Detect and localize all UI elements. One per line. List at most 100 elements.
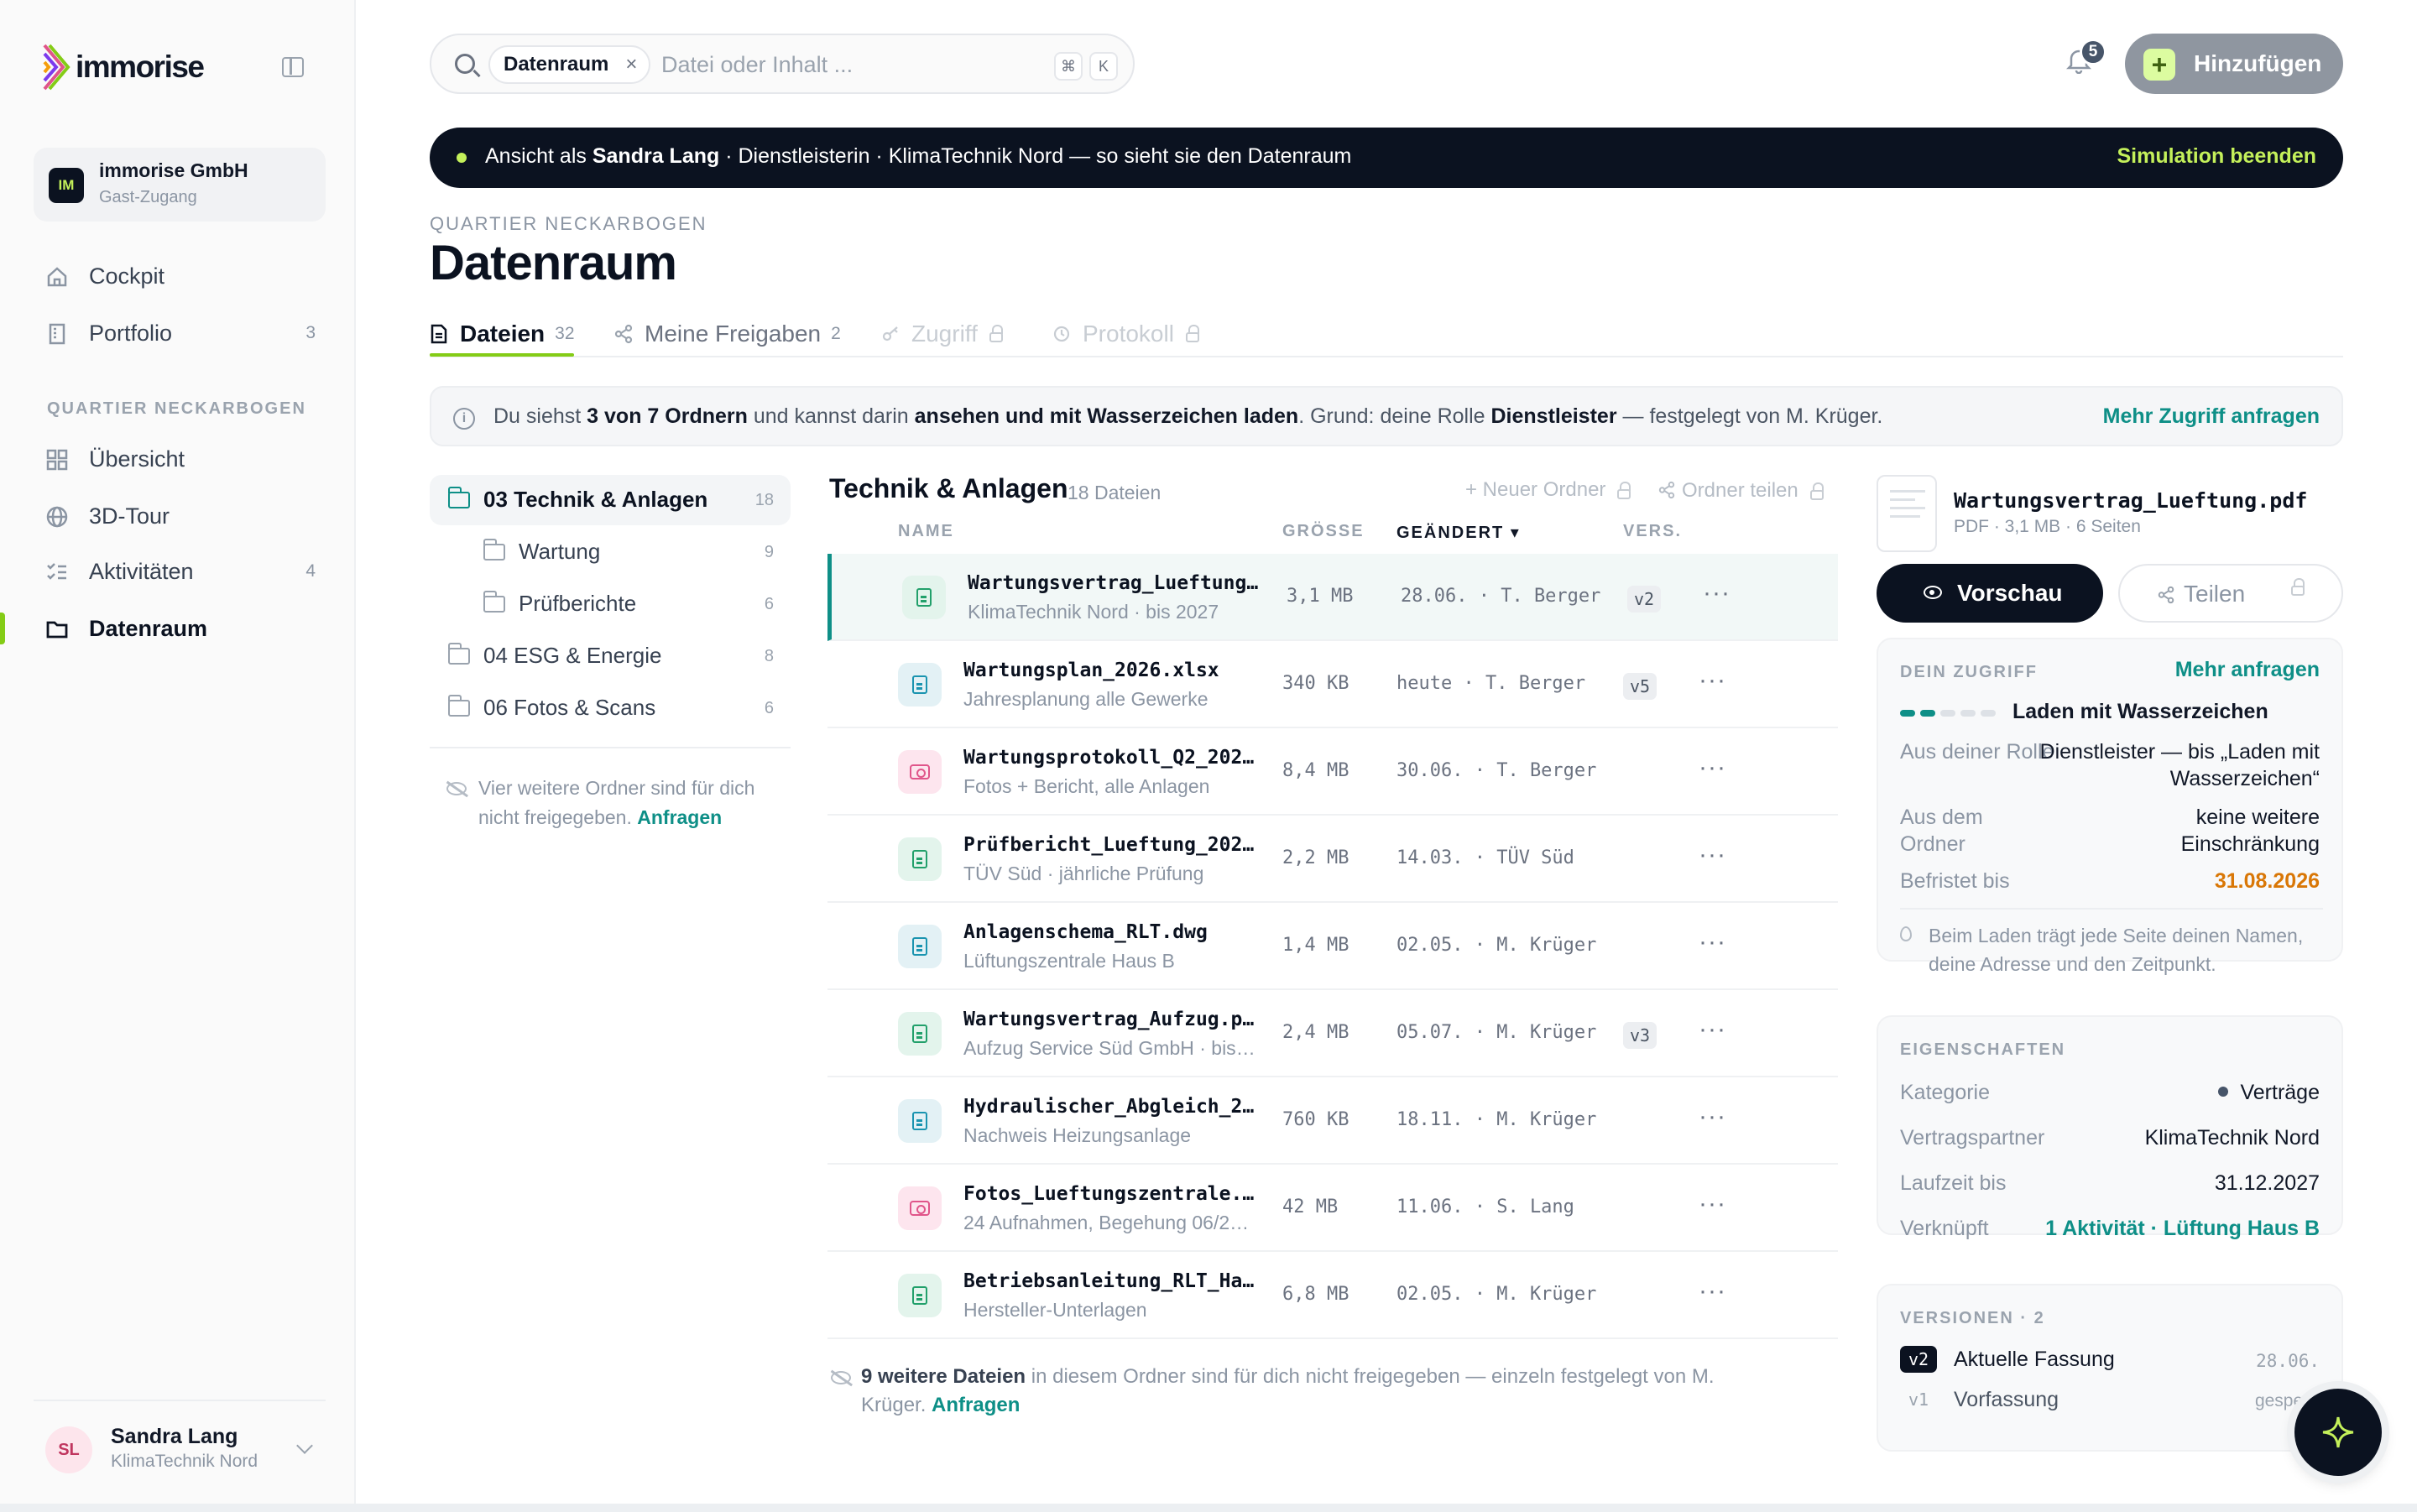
user-name[interactable]: Sandra Lang: [111, 1425, 238, 1449]
sidebar-item-label: Aktivitäten: [89, 559, 194, 584]
more-actions-icon[interactable]: ···: [1699, 1190, 1726, 1218]
more-actions-icon[interactable]: ···: [1703, 579, 1731, 607]
sidebar-item-uebersicht[interactable]: Übersicht: [34, 436, 326, 480]
sidebar-item-label: Datenraum: [89, 616, 208, 641]
file-description: Aufzug Service Süd GmbH · bis 2028: [963, 1037, 1255, 1059]
sidebar-collapse-icon[interactable]: [282, 57, 304, 77]
user-org: KlimaTechnik Nord: [111, 1452, 258, 1471]
table-row[interactable]: Betriebsanleitung_RLT_Haus_B.pdf Herstell…: [827, 1252, 1838, 1339]
search-input[interactable]: Datei oder Inhalt ...: [661, 52, 853, 78]
more-actions-icon[interactable]: ···: [1699, 753, 1726, 782]
folder-item[interactable]: 06 Fotos & Scans 6: [430, 683, 791, 733]
table-row[interactable]: Hydraulischer_Abgleich_2025.pdf Nachweis …: [827, 1077, 1838, 1165]
sidebar-item-3d-tour[interactable]: 3D-Tour: [34, 493, 326, 537]
tab-dateien[interactable]: Dateien 32: [430, 310, 575, 357]
lock-icon: [1185, 325, 1199, 342]
level-segment: [1960, 710, 1976, 717]
document-thumbnail[interactable]: [1877, 475, 1937, 552]
file-type-glyph: [912, 675, 927, 694]
column-header-size[interactable]: GRÖSSE: [1282, 522, 1365, 541]
lock-icon: [1809, 482, 1824, 500]
info-bold: Dienstleister: [1490, 404, 1617, 428]
share-button: Teilen: [2118, 564, 2343, 623]
detail-file-name: Wartungsvertrag_Lueftung.pdf: [1954, 488, 2308, 513]
property-key: Laufzeit bis: [1900, 1171, 2007, 1195]
request-folders-link[interactable]: Anfragen: [637, 806, 722, 828]
table-row[interactable]: Wartungsplan_2026.xlsx Jahresplanung alle…: [827, 641, 1838, 728]
folder-icon: [483, 591, 505, 613]
preview-label: Vorschau: [1957, 580, 2063, 606]
more-actions-icon[interactable]: ···: [1699, 841, 1726, 869]
file-name: Wartungsplan_2026.xlsx: [963, 660, 1219, 681]
lock-icon: [1617, 482, 1631, 499]
sidebar-item-portfolio[interactable]: Portfolio 3: [34, 310, 326, 354]
linked-activity-link[interactable]: 1 Aktivität · Lüftung Haus B: [2045, 1215, 2320, 1242]
brand-logo[interactable]: immorise: [42, 42, 205, 92]
sidebar-item-datenraum[interactable]: Datenraum: [34, 606, 326, 649]
file-name: Fotos_Lueftungszentrale.zip: [963, 1183, 1255, 1205]
building-icon: [49, 323, 65, 345]
more-actions-icon[interactable]: ···: [1699, 666, 1726, 695]
search-scope-chip[interactable]: Datenraum ×: [488, 45, 651, 84]
more-actions-icon[interactable]: ···: [1699, 1277, 1726, 1306]
more-actions-icon[interactable]: ···: [1699, 1103, 1726, 1131]
shortcut-key-cmd: ⌘: [1054, 52, 1083, 81]
simulation-user: Sandra Lang: [592, 144, 720, 168]
column-header-name[interactable]: NAME: [898, 522, 954, 541]
folder-item[interactable]: Prüfberichte 6: [430, 579, 791, 629]
org-role: Gast-Zugang: [99, 188, 197, 206]
table-row[interactable]: Wartungsvertrag_Aufzug.pdf Aufzug Service…: [827, 990, 1838, 1077]
file-count: 18 Dateien: [1068, 482, 1162, 503]
chevron-down-icon[interactable]: [296, 1437, 313, 1454]
folder-icon: [46, 621, 68, 639]
property-key: Kategorie: [1900, 1081, 1991, 1104]
tab-protokoll: Protokoll: [1052, 310, 1199, 357]
preview-button[interactable]: Vorschau: [1877, 564, 2103, 623]
camera-icon: [898, 1186, 942, 1230]
table-row[interactable]: Fotos_Lueftungszentrale.zip 24 Aufnahmen,…: [827, 1165, 1838, 1252]
file-description: Lüftungszentrale Haus B: [963, 950, 1175, 972]
avatar[interactable]: SL: [45, 1426, 92, 1473]
folder-item[interactable]: 03 Technik & Anlagen 18: [430, 475, 791, 525]
file-modified: 02.05. · M. Krüger: [1396, 1284, 1597, 1305]
access-value: Dienstleister — bis „Laden mit Wasserzei…: [2039, 740, 2320, 790]
table-row[interactable]: Anlagenschema_RLT.dwg Lüftungszentrale Ha…: [827, 903, 1838, 990]
table-row[interactable]: Wartungsprotokoll_Q2_2026.pdf Fotos + Ber…: [827, 728, 1838, 816]
file-size: 2,4 MB: [1282, 1022, 1349, 1043]
request-more-link[interactable]: Mehr anfragen: [2175, 658, 2320, 682]
request-files-link[interactable]: Anfragen: [932, 1394, 1020, 1416]
grid-icon: [46, 449, 68, 471]
add-button[interactable]: + Hinzufügen: [2125, 34, 2343, 94]
search-bar[interactable]: Datenraum × Datei oder Inhalt ... ⌘ K: [430, 34, 1135, 94]
org-switcher[interactable]: IM immorise GmbH Gast-Zugang: [34, 148, 326, 222]
more-actions-icon[interactable]: ···: [1699, 1015, 1726, 1044]
file-type-glyph: [912, 1112, 927, 1130]
file-type-glyph: [910, 764, 930, 779]
table-row[interactable]: Wartungsvertrag_Lueftung.pdf KlimaTechnik…: [827, 554, 1838, 641]
info-bold: 3 von 7 Ordnern: [587, 404, 748, 428]
tab-meine-freigaben[interactable]: Meine Freigaben 2: [614, 310, 841, 357]
sidebar-item-cockpit[interactable]: Cockpit: [34, 253, 326, 297]
org-name: immorise GmbH: [99, 159, 248, 181]
ai-assistant-button[interactable]: [2294, 1389, 2382, 1476]
document-icon: [898, 1012, 942, 1056]
request-more-access-link[interactable]: Mehr Zugriff anfragen: [2103, 404, 2320, 429]
column-header-version[interactable]: VERS.: [1623, 522, 1682, 541]
close-icon[interactable]: ×: [625, 47, 637, 82]
version-item[interactable]: Aktuelle Fassung: [1954, 1348, 2115, 1372]
breadcrumb[interactable]: QUARTIER NECKARBOGEN: [430, 213, 707, 235]
table-row[interactable]: Prüfbericht_Lueftung_2026.pdf TÜV Süd · j…: [827, 816, 1838, 903]
file-description: 24 Aufnahmen, Begehung 06/2026: [963, 1212, 1255, 1233]
folder-item[interactable]: Wartung 9: [430, 527, 791, 577]
versions-card: VERSIONEN · 2 v2 Aktuelle Fassung 28.06.…: [1877, 1284, 2343, 1452]
column-header-changed[interactable]: GEÄNDERT ▾: [1396, 522, 1521, 543]
access-info-text: Du siehst 3 von 7 Ordnern und kannst dar…: [493, 404, 1882, 429]
sidebar-item-aktivitaeten[interactable]: Aktivitäten 4: [34, 549, 326, 592]
info-part: . Grund: deine Rolle: [1298, 404, 1491, 428]
file-icon: [898, 1099, 942, 1143]
more-actions-icon[interactable]: ···: [1699, 928, 1726, 957]
end-simulation-button[interactable]: Simulation beenden: [2117, 144, 2316, 169]
file-name: Prüfbericht_Lueftung_2026.pdf: [963, 834, 1255, 856]
folder-item[interactable]: 04 ESG & Energie 8: [430, 631, 791, 681]
home-icon: [47, 267, 67, 287]
